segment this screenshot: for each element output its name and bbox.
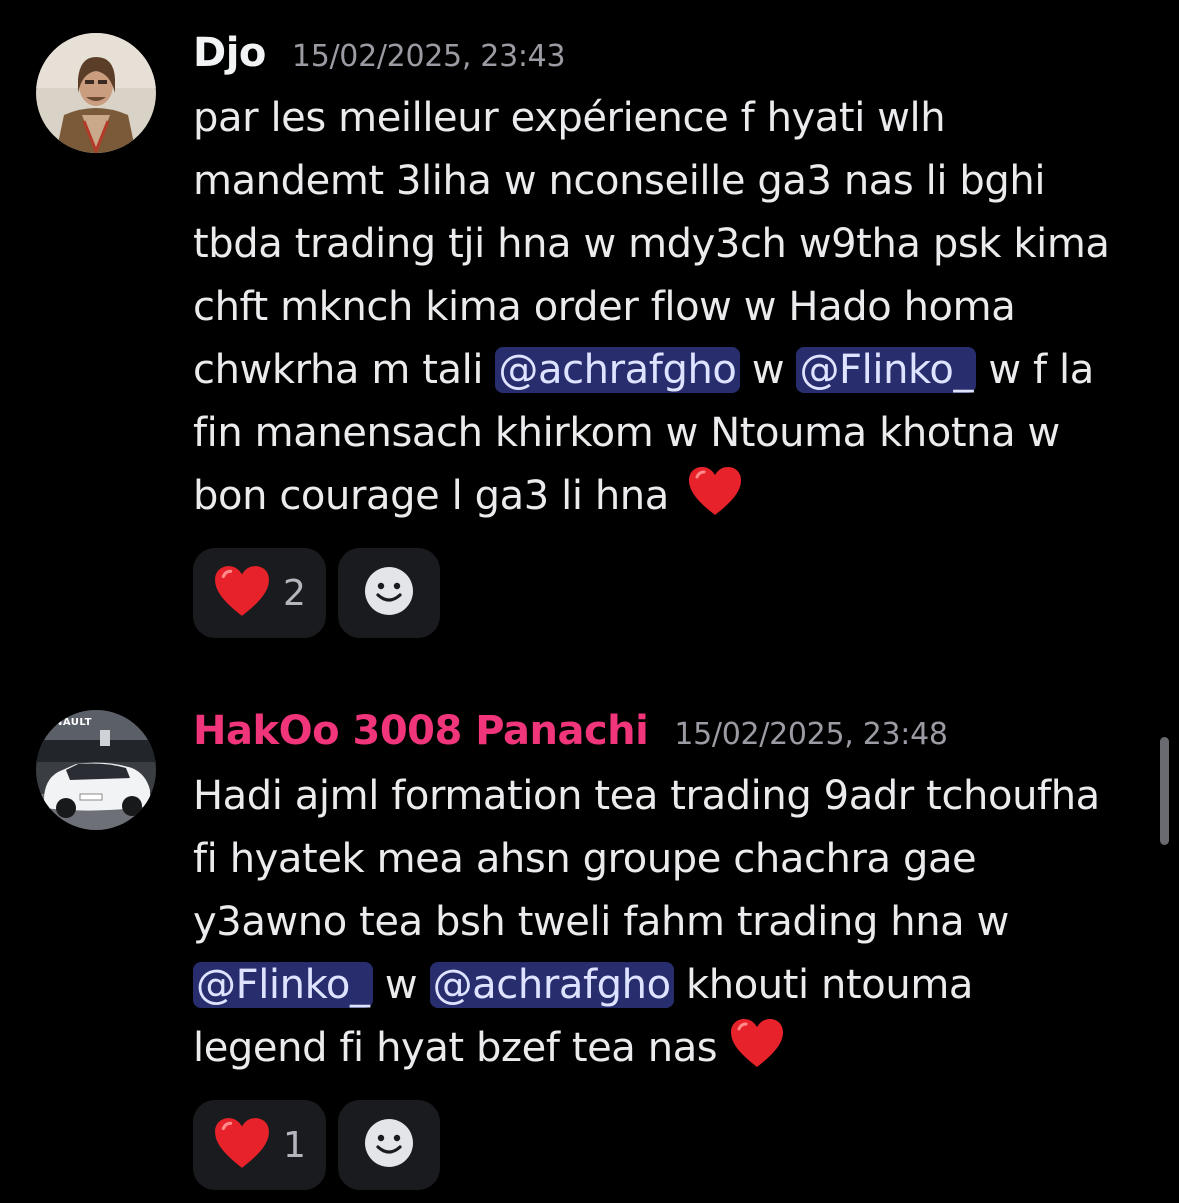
username[interactable]: Djo bbox=[193, 30, 266, 76]
message-line: Hadi ajml formation tea trading 9adr tch… bbox=[193, 773, 1100, 819]
message-content: par les meilleur expérience f hyati wlh … bbox=[193, 87, 1153, 528]
message-header: Djo 15/02/2025, 23:43 bbox=[193, 30, 566, 76]
timestamp: 15/02/2025, 23:43 bbox=[291, 39, 566, 74]
scrollbar[interactable] bbox=[1160, 737, 1169, 845]
reactions-bar: 1 bbox=[193, 1100, 440, 1190]
avatar[interactable] bbox=[36, 33, 156, 153]
message-line: bon courage l ga3 li hna bbox=[193, 465, 1153, 528]
reaction-heart[interactable]: 2 bbox=[193, 548, 326, 638]
add-reaction-button[interactable] bbox=[337, 548, 440, 638]
smiley-add-reaction-icon bbox=[364, 1118, 414, 1172]
red-heart-icon bbox=[213, 1116, 271, 1174]
car-photo-avatar bbox=[36, 710, 156, 830]
message-line: legend fi hyat bzef tea nas bbox=[193, 1017, 1153, 1080]
message-line: y3awno tea bsh tweli fahm trading hna w bbox=[193, 899, 1009, 945]
avatar-sign-text: NAULT bbox=[54, 717, 92, 728]
reaction-count: 2 bbox=[283, 572, 306, 614]
message-line: tbda trading tji hna w mdy3ch w9tha psk … bbox=[193, 221, 1110, 267]
red-heart-icon bbox=[687, 465, 743, 536]
message-line: chft mknch kima order flow w Hado homa bbox=[193, 284, 1016, 330]
message-line: par les meilleur expérience f hyati wlh bbox=[193, 95, 946, 141]
message-line: fi hyatek mea ahsn groupe chachra gae bbox=[193, 836, 977, 882]
red-heart-icon bbox=[729, 1017, 785, 1088]
user-photo-avatar bbox=[36, 33, 156, 153]
reaction-count: 1 bbox=[283, 1124, 306, 1166]
message-content: Hadi ajml formation tea trading 9adr tch… bbox=[193, 765, 1153, 1080]
chat-message-list: Djo 15/02/2025, 23:43 par les meilleur e… bbox=[0, 0, 1179, 1203]
mention-flinko[interactable]: @Flinko_ bbox=[193, 962, 373, 1008]
message-line: mandemt 3liha w nconseille ga3 nas li bg… bbox=[193, 158, 1046, 204]
message-line: chwkrha m tali @achrafgho w @Flinko_ w f… bbox=[193, 347, 1094, 393]
avatar[interactable]: NAULT bbox=[36, 710, 156, 830]
mention-flinko[interactable]: @Flinko_ bbox=[796, 347, 977, 393]
mention-achrafgho[interactable]: @achrafgho bbox=[495, 347, 740, 393]
reaction-heart[interactable]: 1 bbox=[193, 1100, 326, 1190]
red-heart-icon bbox=[213, 564, 271, 622]
username[interactable]: HakOo 3008 Panachi bbox=[193, 708, 649, 754]
smiley-add-reaction-icon bbox=[364, 566, 414, 620]
mention-achrafgho[interactable]: @achrafgho bbox=[429, 962, 674, 1008]
reactions-bar: 2 bbox=[193, 548, 440, 638]
message-line: @Flinko_ w @achrafgho khouti ntouma bbox=[193, 954, 1153, 1017]
timestamp: 15/02/2025, 23:48 bbox=[674, 717, 948, 752]
message-line: fin manensach khirkom w Ntouma khotna w bbox=[193, 410, 1060, 456]
message-header: HakOo 3008 Panachi 15/02/2025, 23:48 bbox=[193, 708, 948, 754]
add-reaction-button[interactable] bbox=[337, 1100, 440, 1190]
